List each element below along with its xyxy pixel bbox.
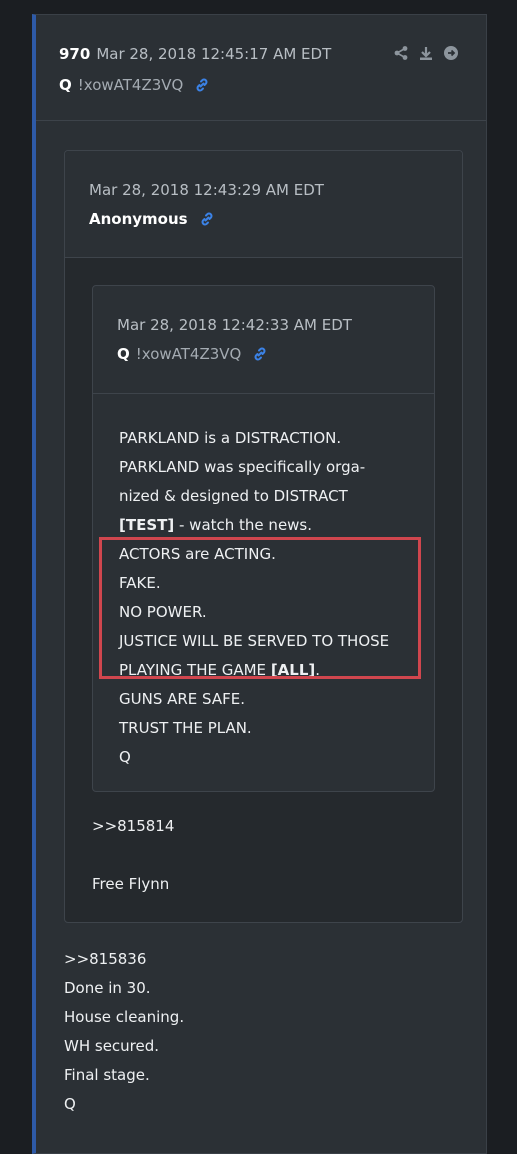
body-line: PARKLAND was specifically orga-: [119, 458, 366, 476]
reply-link[interactable]: >>815814: [92, 817, 174, 835]
post-author: Q !xowAT4Z3VQ: [59, 76, 210, 97]
post-body: >>815836 Done in 30. House cleaning. WH …: [64, 945, 184, 1119]
nested-tripcode: !xowAT4Z3VQ: [135, 345, 242, 363]
link-icon[interactable]: [199, 211, 215, 231]
body-line: nized & designed to DISTRACT: [119, 487, 348, 505]
post-actions: [393, 45, 459, 65]
quoted-post-header: Mar 28, 2018 12:43:29 AM EDT Anonymous: [65, 151, 462, 258]
body-line: Final stage.: [64, 1066, 150, 1084]
reply-link[interactable]: >>815836: [64, 945, 184, 974]
post-number[interactable]: 970: [59, 45, 90, 63]
body-line: Done in 30.: [64, 979, 151, 997]
bold-tag: [TEST]: [119, 516, 175, 534]
body-line: GUNS ARE SAFE.: [119, 690, 245, 708]
nested-post-author: Q !xowAT4Z3VQ: [117, 345, 268, 366]
highlight-box: [99, 537, 421, 679]
body-line: [TEST] - watch the news.: [119, 511, 389, 540]
body-line-text: - watch the news.: [174, 516, 313, 534]
body-line: PARKLAND is a DISTRACTION.: [119, 429, 342, 447]
nested-post-header: Mar 28, 2018 12:42:33 AM EDT Q !xowAT4Z3V…: [93, 286, 434, 394]
post-header: 970 Mar 28, 2018 12:45:17 AM EDT Q !xowAT4…: [36, 15, 486, 121]
post-date: Mar 28, 2018 12:45:17 AM EDT: [96, 45, 332, 63]
quoted-post-text: Free Flynn: [92, 875, 170, 893]
post-meta: 970 Mar 28, 2018 12:45:17 AM EDT: [59, 45, 331, 63]
body-line: Q: [119, 748, 131, 766]
body-line: TRUST THE PLAN.: [119, 719, 252, 737]
nested-post-date: Mar 28, 2018 12:42:33 AM EDT: [117, 316, 352, 334]
tripcode: !xowAT4Z3VQ: [77, 76, 184, 94]
quoted-post-date: Mar 28, 2018 12:43:29 AM EDT: [89, 181, 324, 199]
quoted-post: Mar 28, 2018 12:43:29 AM EDT Anonymous M…: [64, 150, 463, 923]
quoted-post-author: Anonymous: [89, 210, 215, 231]
link-icon[interactable]: [252, 346, 268, 366]
body-line: Q: [64, 1095, 76, 1113]
body-line: WH secured.: [64, 1037, 160, 1055]
link-icon[interactable]: [194, 77, 210, 97]
quoted-author-name: Anonymous: [89, 210, 188, 228]
body-line: House cleaning.: [64, 1008, 185, 1026]
share-icon[interactable]: [393, 45, 409, 65]
nested-author-name: Q: [117, 345, 130, 363]
nested-quoted-post: Mar 28, 2018 12:42:33 AM EDT Q !xowAT4Z3V…: [92, 285, 435, 792]
download-icon[interactable]: [418, 45, 434, 65]
post-card: 970 Mar 28, 2018 12:45:17 AM EDT Q !xowAT4…: [32, 14, 487, 1154]
author-name: Q: [59, 76, 72, 94]
arrow-right-circle-icon[interactable]: [443, 45, 459, 65]
